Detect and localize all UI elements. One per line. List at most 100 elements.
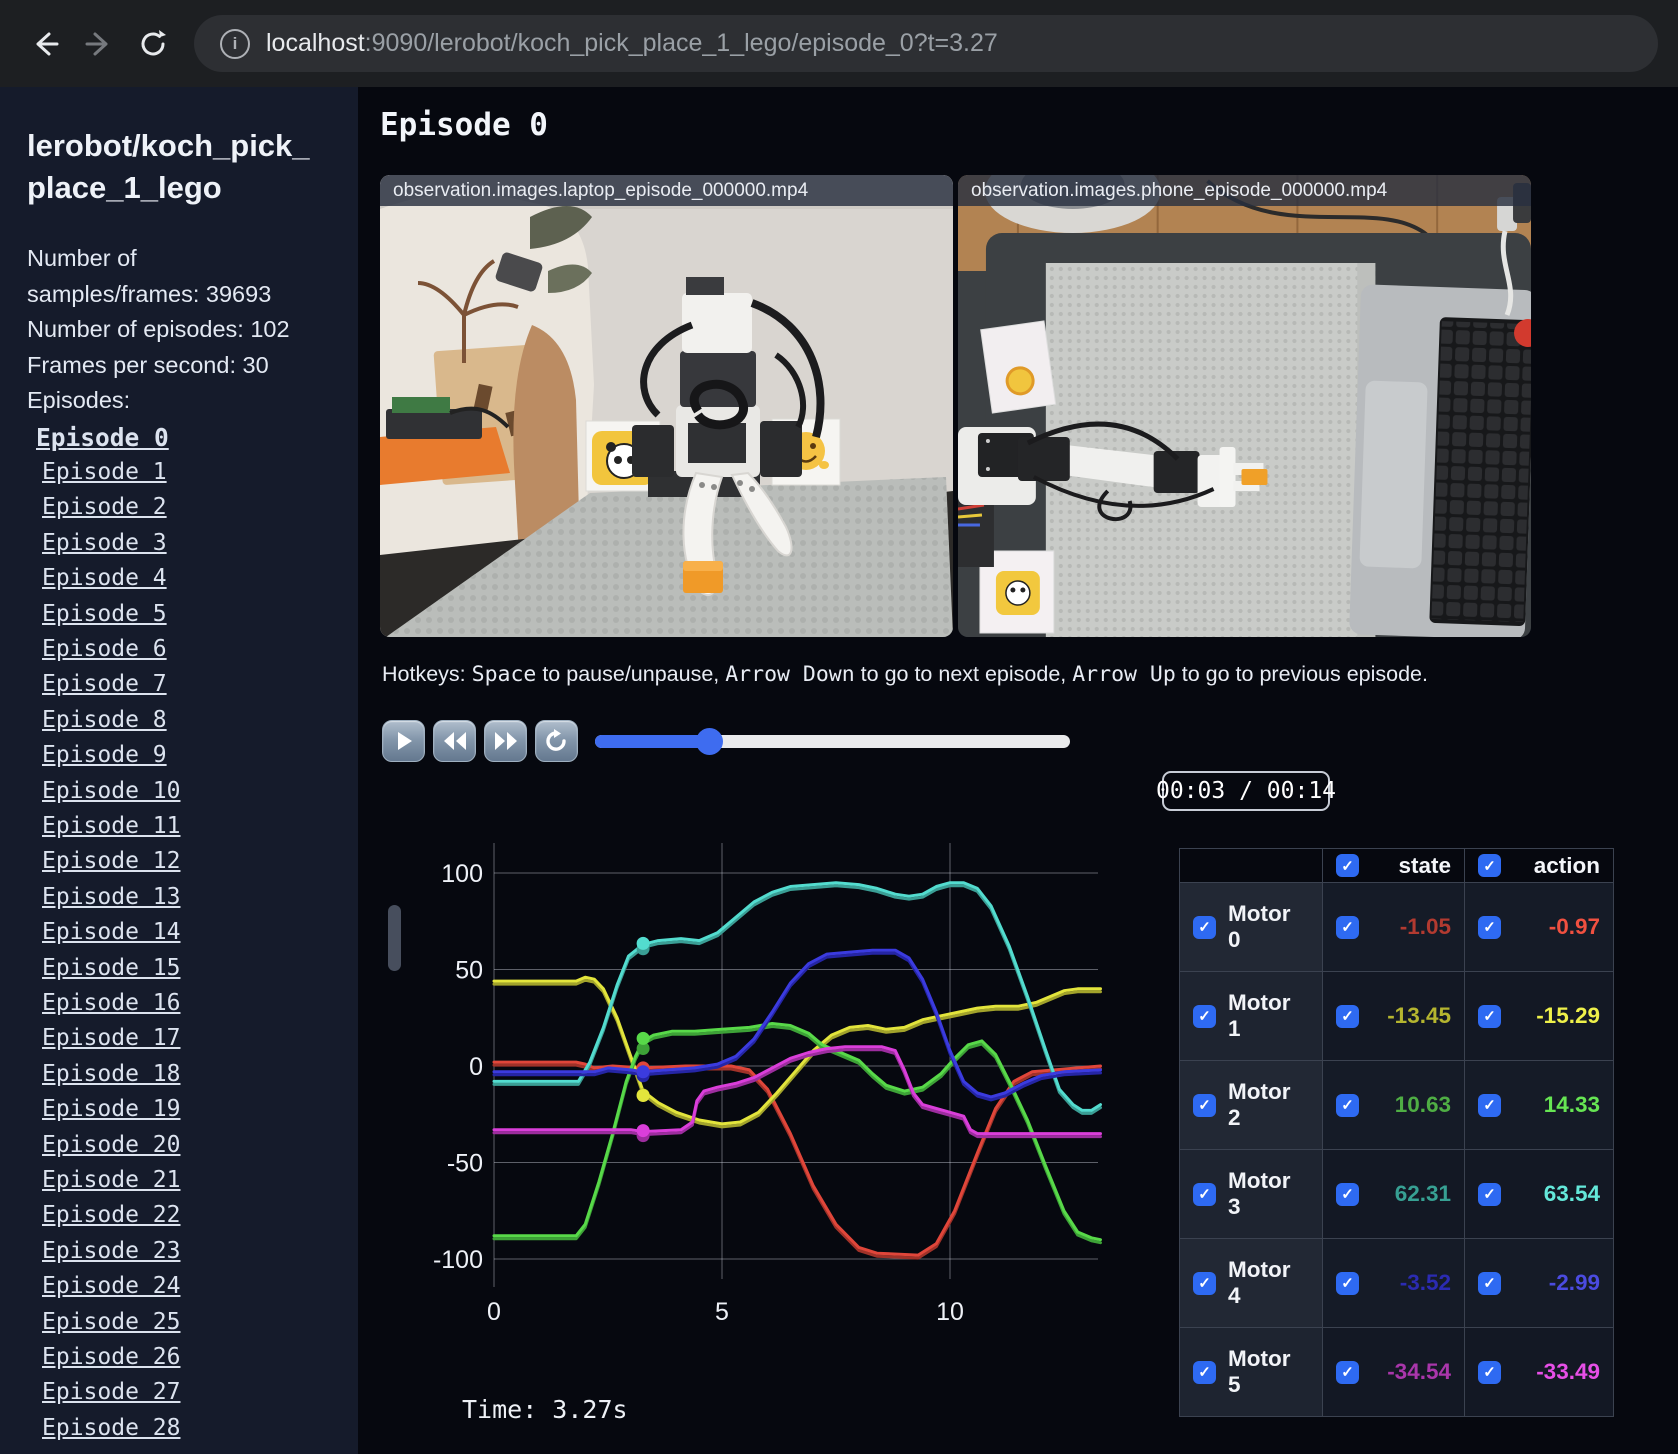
sidebar-episode-link[interactable]: Episode 21 [42,1163,180,1198]
sidebar-episode-link[interactable]: Episode 12 [42,844,180,879]
motor-checkbox[interactable]: ✓ [1193,1360,1216,1384]
state-column-checkbox[interactable]: ✓ [1336,854,1359,877]
sidebar: lerobot/koch_pick_place_1_lego Number of… [0,87,358,1454]
sidebar-episode-link[interactable]: Episode 0 [36,420,169,455]
episode-list-item: Episode 5 [27,597,358,632]
dataset-stats: Number of samples/frames: 39693 Number o… [27,241,305,419]
back-button[interactable] [18,17,72,71]
motor-action-value: -2.99 [1548,1270,1600,1295]
motor-action-value: -0.97 [1548,914,1600,939]
sidebar-episode-link[interactable]: Episode 10 [42,774,180,809]
motor-checkbox[interactable]: ✓ [1336,1093,1359,1117]
sidebar-episode-link[interactable]: Episode 16 [42,986,180,1021]
motor-state-value: -13.45 [1387,1003,1451,1028]
motor-checkbox[interactable]: ✓ [1478,1360,1501,1384]
page-title: Episode 0 [380,107,548,143]
sidebar-episode-link[interactable]: Episode 26 [42,1340,180,1375]
motor-checkbox[interactable]: ✓ [1336,1271,1359,1295]
motor-label: Motor 3 [1228,1168,1291,1219]
motor-action-value: -33.49 [1536,1359,1600,1384]
motor-table-corner-cell [1179,848,1323,883]
sidebar-episode-link[interactable]: Episode 22 [42,1198,180,1233]
episode-list-item: Episode 17 [27,1021,358,1056]
sidebar-episode-link[interactable]: Episode 6 [42,632,167,667]
loop-icon [545,729,566,751]
video-laptop-camera[interactable]: observation.images.laptop_episode_000000… [380,175,953,637]
svg-text:-50: -50 [447,1150,483,1178]
episode-list-item: Episode 15 [27,951,358,986]
sidebar-episode-link[interactable]: Episode 28 [42,1411,180,1446]
sidebar-episode-link[interactable]: Episode 2 [42,490,167,525]
motor-checkbox[interactable]: ✓ [1478,1093,1501,1117]
play-button[interactable] [382,720,425,762]
site-info-icon[interactable]: i [220,28,250,59]
episode-list-item: Episode 27 [27,1375,358,1410]
sidebar-episode-link[interactable]: Episode 23 [42,1234,180,1269]
motor-checkbox[interactable]: ✓ [1336,1004,1359,1028]
play-icon [397,732,412,750]
episode-list-item: Episode 12 [27,844,358,879]
motor-action-value: 14.33 [1543,1092,1600,1117]
episode-list-item: Episode 24 [27,1269,358,1304]
motor-checkbox[interactable]: ✓ [1193,1004,1216,1028]
motor-action-value: -15.29 [1536,1003,1600,1028]
motor-checkbox[interactable]: ✓ [1336,1360,1359,1384]
fast-forward-button[interactable] [484,720,527,762]
address-bar[interactable]: i localhost:9090/lerobot/koch_pick_place… [194,15,1658,72]
video-phone-camera[interactable]: observation.images.phone_episode_000000.… [958,175,1531,637]
motor-checkbox[interactable]: ✓ [1478,915,1501,939]
motor-checkbox[interactable]: ✓ [1193,1182,1216,1206]
sidebar-episode-link[interactable]: Episode 5 [42,597,167,632]
sidebar-episode-link[interactable]: Episode 17 [42,1021,180,1056]
motor-checkbox[interactable]: ✓ [1478,1271,1501,1295]
motor-checkbox[interactable]: ✓ [1336,1182,1359,1206]
sidebar-episode-link[interactable]: Episode 4 [42,561,167,596]
reload-button[interactable] [126,17,180,71]
forward-button[interactable] [72,17,126,71]
motor-table: ✓ state ✓ action ✓ Motor 0 ✓ -1.05 ✓ -0.97 ✓ Moto… [1179,848,1614,1417]
sidebar-episode-link[interactable]: Episode 1 [42,455,167,490]
sidebar-episode-link[interactable]: Episode 24 [42,1269,180,1304]
motor-checkbox[interactable]: ✓ [1193,915,1216,939]
svg-text:0: 0 [487,1298,501,1326]
sidebar-episode-link[interactable]: Episode 7 [42,667,167,702]
sidebar-episode-link[interactable]: Episode 25 [42,1305,180,1340]
sidebar-episode-link[interactable]: Episode 8 [42,703,167,738]
sidebar-episode-link[interactable]: Episode 14 [42,915,180,950]
episodes-heading: Episodes: [27,387,131,413]
seek-slider[interactable] [595,728,1070,755]
motor-checkbox[interactable]: ✓ [1193,1093,1216,1117]
sidebar-episode-link[interactable]: Episode 9 [42,738,167,773]
motor-checkbox[interactable]: ✓ [1478,1182,1501,1206]
loop-button[interactable] [535,720,578,762]
sidebar-episode-link[interactable]: Episode 15 [42,951,180,986]
episode-list: Episode 0 Episode 1 Episode 2 Episode 3 Epis… [27,420,358,1447]
hotkey-space: Space [471,662,537,687]
url-text: localhost:9090/lerobot/koch_pick_place_1… [266,29,998,57]
motor-checkbox[interactable]: ✓ [1336,915,1359,939]
motor-table-row: ✓ Motor 0 ✓ -1.05 ✓ -0.97 [1179,882,1614,972]
sidebar-episode-link[interactable]: Episode 27 [42,1375,180,1410]
state-column-header: ✓ state [1322,848,1465,883]
motor-checkbox[interactable]: ✓ [1478,1004,1501,1028]
main-content: Episode 0 observation.images.laptop_epis… [358,87,1678,1454]
motor-checkbox[interactable]: ✓ [1193,1271,1216,1295]
episode-list-item: Episode 4 [27,561,358,596]
episode-list-item: Episode 25 [27,1305,358,1340]
browser-toolbar: i localhost:9090/lerobot/koch_pick_place… [0,0,1678,87]
action-column-checkbox[interactable]: ✓ [1478,854,1501,877]
stat-fps: Frames per second: 30 [27,351,269,378]
seek-slider-fill [595,735,709,748]
sidebar-episode-link[interactable]: Episode 13 [42,880,180,915]
rewind-button[interactable] [433,720,476,762]
motor-state-value: 10.63 [1394,1092,1451,1117]
sidebar-episode-link[interactable]: Episode 20 [42,1128,180,1163]
stat-samples: Number of samples/frames: 39693 [27,245,272,307]
seek-slider-thumb[interactable] [696,728,723,755]
sidebar-episode-link[interactable]: Episode 3 [42,526,167,561]
motor-table-row: ✓ Motor 5 ✓ -34.54 ✓ -33.49 [1179,1327,1614,1417]
sidebar-episode-link[interactable]: Episode 19 [42,1092,180,1127]
sidebar-episode-link[interactable]: Episode 18 [42,1057,180,1092]
sidebar-episode-link[interactable]: Episode 11 [42,809,180,844]
motor-state-value: -34.54 [1387,1359,1451,1384]
